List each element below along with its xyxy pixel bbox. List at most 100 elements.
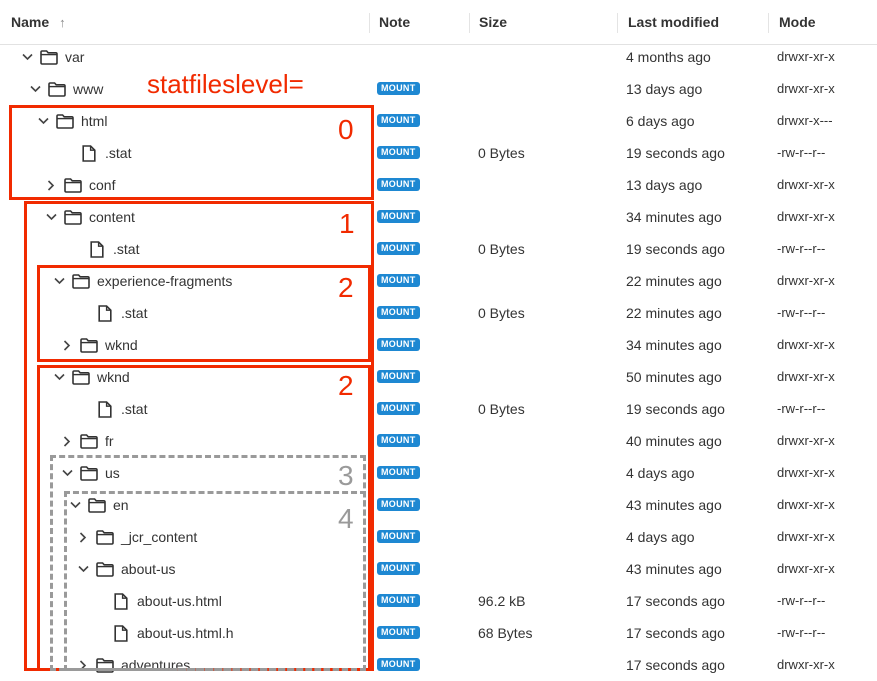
level-label-4: 4 [338,503,354,534]
item-name[interactable]: adventures [121,657,190,673]
item-name[interactable]: html [81,113,107,129]
item-name[interactable]: www [73,81,103,97]
chevron-down-icon[interactable] [53,371,65,383]
file-icon [112,624,130,642]
name-cell: us [61,457,120,489]
item-name[interactable]: about-us.html [137,593,222,609]
item-name[interactable]: about-us [121,561,175,577]
level-label-2b: 2 [338,370,354,401]
table-row[interactable]: conf MOUNT 13 days ago drwxr-xr-x [0,169,877,201]
chevron-down-icon[interactable] [37,115,49,127]
modified-cell: 50 minutes ago [626,369,722,385]
mount-badge: MOUNT [377,498,420,511]
mode-cell: -rw-r--r-- [777,241,826,256]
item-name[interactable]: fr [105,433,114,449]
item-name[interactable]: experience-fragments [97,273,232,289]
chevron-right-icon[interactable] [77,531,89,543]
table-row[interactable]: var 4 months ago drwxr-xr-x [0,41,877,73]
chevron-right-icon[interactable] [61,435,73,447]
table-row[interactable]: www MOUNT 13 days ago drwxr-xr-x [0,73,877,105]
item-name[interactable]: .stat [113,241,139,257]
modified-cell: 34 minutes ago [626,209,722,225]
table-row[interactable]: wknd MOUNT 34 minutes ago drwxr-xr-x [0,329,877,361]
chevron-down-icon[interactable] [45,211,57,223]
column-resize-handle[interactable] [369,13,370,33]
chevron-down-icon[interactable] [69,499,81,511]
arrow-up-icon[interactable]: ↑ [59,0,66,45]
chevron-down-icon[interactable] [53,275,65,287]
mount-badge: MOUNT [377,434,420,447]
name-cell: en [69,489,129,521]
chevron-down-icon[interactable] [21,51,33,63]
table-row[interactable]: en MOUNT 43 minutes ago drwxr-xr-x [0,489,877,521]
table-row[interactable]: about-us.html.h MOUNT 68 Bytes 17 seconds a… [0,617,877,649]
size-cell: 0 Bytes [478,145,525,161]
mode-cell: -rw-r--r-- [777,593,826,608]
mode-cell: drwxr-xr-x [777,465,835,480]
table-row[interactable]: .stat MOUNT 0 Bytes 22 minutes ago -rw-r--r-… [0,297,877,329]
table-row[interactable]: experience-fragments MOUNT 22 minutes ago d… [0,265,877,297]
folder-icon [64,176,82,194]
modified-cell: 4 days ago [626,465,695,481]
chevron-down-icon[interactable] [29,83,41,95]
mode-cell: drwxr-xr-x [777,497,835,512]
table-row[interactable]: .stat MOUNT 0 Bytes 19 seconds ago -rw-r--r-… [0,137,877,169]
mount-badge: MOUNT [377,530,420,543]
table-row[interactable]: fr MOUNT 40 minutes ago drwxr-xr-x [0,425,877,457]
column-header-note[interactable]: Note [379,0,410,45]
name-cell: .stat [69,233,139,265]
modified-cell: 40 minutes ago [626,433,722,449]
folder-icon [56,112,74,130]
column-header-size[interactable]: Size [479,0,507,45]
table-row[interactable]: about-us.html MOUNT 96.2 kB 17 seconds ago -… [0,585,877,617]
mode-cell: -rw-r--r-- [777,305,826,320]
name-cell: fr [61,425,114,457]
item-name[interactable]: wknd [105,337,138,353]
table-row[interactable]: us MOUNT 4 days ago drwxr-xr-x [0,457,877,489]
modified-cell: 34 minutes ago [626,337,722,353]
name-cell: www [29,73,103,105]
item-name[interactable]: conf [89,177,115,193]
mount-badge: MOUNT [377,178,420,191]
item-name[interactable]: .stat [121,305,147,321]
table-row[interactable]: about-us MOUNT 43 minutes ago drwxr-xr-x [0,553,877,585]
column-header-last-modified[interactable]: Last modified [628,0,719,45]
table-row[interactable]: .stat MOUNT 0 Bytes 19 seconds ago -rw-r--r-… [0,393,877,425]
item-name[interactable]: .stat [105,145,131,161]
chevron-down-icon[interactable] [61,467,73,479]
table-row[interactable]: _jcr_content MOUNT 4 days ago drwxr-xr-x [0,521,877,553]
column-header-name[interactable]: Name ↑ [11,0,66,45]
table-row[interactable]: .stat MOUNT 0 Bytes 19 seconds ago -rw-r--r-… [0,233,877,265]
table-row[interactable]: adventures MOUNT 17 seconds ago drwxr-xr-x [0,649,877,681]
item-name[interactable]: wknd [97,369,130,385]
chevron-right-icon[interactable] [45,179,57,191]
column-header-mode[interactable]: Mode [779,0,816,45]
folder-icon [40,48,58,66]
item-name[interactable]: _jcr_content [121,529,197,545]
item-name[interactable]: var [65,49,84,65]
chevron-down-icon[interactable] [77,563,89,575]
chevron-right-icon[interactable] [77,659,89,671]
column-resize-handle[interactable] [469,13,470,33]
name-cell: _jcr_content [77,521,197,553]
chevron-right-icon[interactable] [61,339,73,351]
mode-cell: -rw-r--r-- [777,401,826,416]
modified-cell: 4 months ago [626,49,711,65]
item-name[interactable]: content [89,209,135,225]
item-name[interactable]: us [105,465,120,481]
column-resize-handle[interactable] [617,13,618,33]
mount-badge: MOUNT [377,210,420,223]
table-row[interactable]: html MOUNT 6 days ago drwxr-x--- [0,105,877,137]
modified-cell: 17 seconds ago [626,625,725,641]
item-name[interactable]: .stat [121,401,147,417]
file-icon [112,592,130,610]
table-row[interactable]: wknd MOUNT 50 minutes ago drwxr-xr-x [0,361,877,393]
item-name[interactable]: about-us.html.h [137,625,234,641]
mode-cell: drwxr-xr-x [777,273,835,288]
level-label-1: 1 [339,208,355,239]
table-row[interactable]: content MOUNT 34 minutes ago drwxr-xr-x [0,201,877,233]
item-name[interactable]: en [113,497,129,513]
column-resize-handle[interactable] [768,13,769,33]
